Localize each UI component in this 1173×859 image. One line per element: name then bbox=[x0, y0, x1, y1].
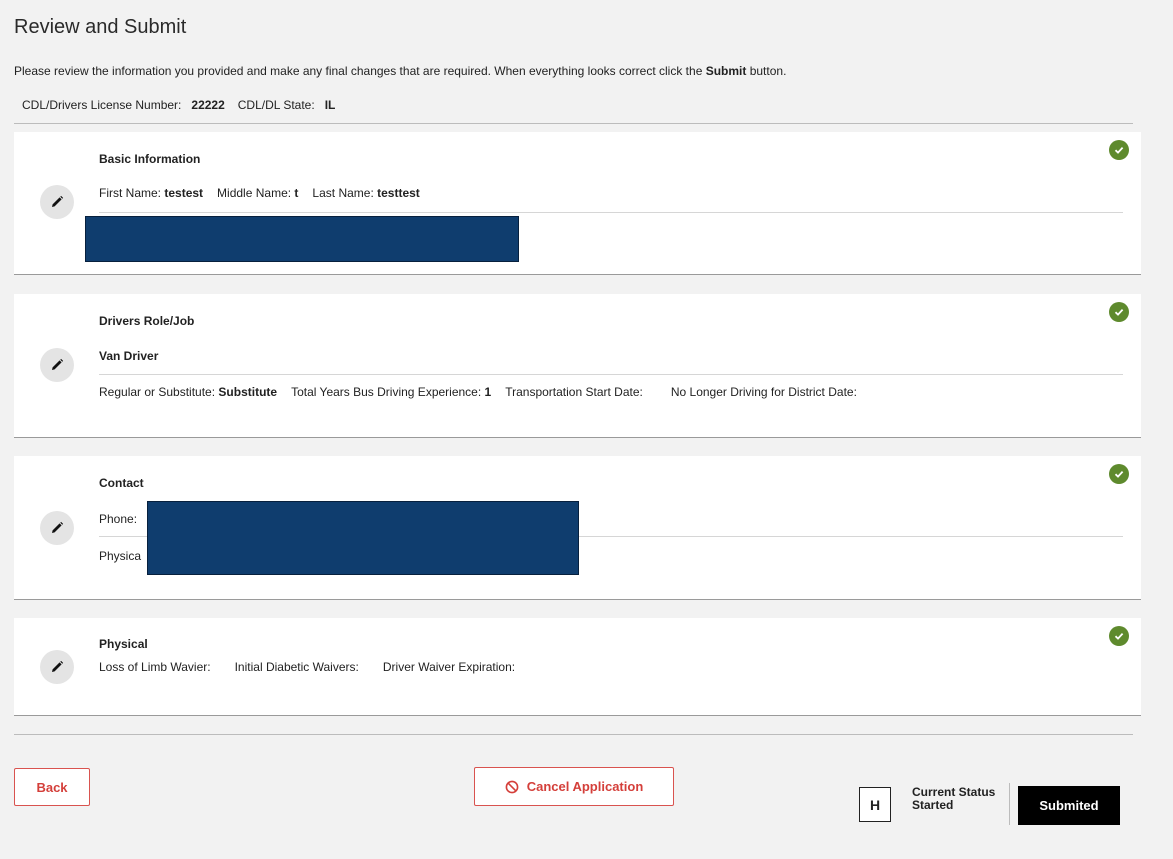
last-name-value: testtest bbox=[377, 186, 420, 200]
license-state-value: IL bbox=[324, 98, 336, 112]
page-title: Review and Submit bbox=[14, 16, 187, 38]
middle-name-value: t bbox=[294, 186, 299, 200]
regular-substitute-value: Substitute bbox=[218, 385, 278, 399]
middle-name-label: Middle Name: bbox=[217, 186, 292, 200]
physical-details: Loss of Limb Wavier: Initial Diabetic Wai… bbox=[99, 660, 515, 674]
intro-text-end: button. bbox=[746, 64, 787, 78]
check-circle-icon bbox=[1109, 302, 1129, 322]
status-separator bbox=[1009, 783, 1010, 825]
redaction-block bbox=[85, 216, 519, 262]
status-letter-badge: H bbox=[859, 787, 891, 822]
years-experience-label: Total Years Bus Driving Experience: bbox=[291, 385, 482, 399]
end-date-label: No Longer Driving for District Date: bbox=[670, 385, 857, 399]
last-name-label: Last Name: bbox=[312, 186, 374, 200]
pencil-icon bbox=[52, 358, 64, 370]
edit-drivers-role-button[interactable] bbox=[40, 348, 74, 382]
loss-of-limb-label: Loss of Limb Wavier: bbox=[99, 660, 211, 674]
check-circle-icon bbox=[1109, 464, 1129, 484]
waiver-expiration-label: Driver Waiver Expiration: bbox=[382, 660, 516, 674]
card-drivers-role: Drivers Role/Job Van Driver Regular or S… bbox=[14, 294, 1141, 438]
card-contact: Contact Phone: Physica bbox=[14, 456, 1141, 600]
current-status-value: Started bbox=[912, 798, 954, 812]
pencil-icon bbox=[52, 521, 64, 533]
basic-information-title: Basic Information bbox=[99, 152, 201, 166]
current-status: Current Status Started bbox=[912, 786, 995, 812]
edit-contact-button[interactable] bbox=[40, 511, 74, 545]
start-date-label: Transportation Start Date: bbox=[505, 385, 643, 399]
license-state-label: CDL/DL State: bbox=[237, 98, 315, 112]
drivers-role-divider bbox=[99, 374, 1123, 375]
edit-physical-button[interactable] bbox=[40, 650, 74, 684]
regular-substitute-label: Regular or Substitute: bbox=[99, 385, 216, 399]
license-number-value: 22222 bbox=[191, 98, 225, 112]
intro-text-start: Please review the information you provid… bbox=[14, 64, 706, 78]
first-name-label: First Name: bbox=[99, 186, 162, 200]
check-circle-icon bbox=[1109, 140, 1129, 160]
back-button[interactable]: Back bbox=[14, 768, 90, 806]
cancel-application-label: Cancel Application bbox=[526, 779, 644, 794]
license-number-label: CDL/Drivers License Number: bbox=[22, 98, 182, 112]
card-physical: Physical Loss of Limb Wavier: Initial Dia… bbox=[14, 618, 1141, 716]
physical-title: Physical bbox=[99, 637, 148, 651]
top-divider bbox=[14, 123, 1133, 124]
drivers-role-details: Regular or Substitute: Substitute Total Y… bbox=[99, 385, 857, 399]
drivers-role-title: Drivers Role/Job bbox=[99, 314, 195, 328]
check-circle-icon bbox=[1109, 626, 1129, 646]
card-basic-information: Basic Information First Name: testest Mid… bbox=[14, 132, 1141, 275]
cancel-application-button[interactable]: Cancel Application bbox=[474, 767, 674, 806]
pencil-icon bbox=[52, 660, 64, 672]
redaction-block bbox=[147, 501, 579, 575]
bottom-divider bbox=[14, 734, 1133, 735]
diabetic-waivers-label: Initial Diabetic Waivers: bbox=[234, 660, 359, 674]
contact-phone-label: Phone: bbox=[99, 512, 138, 526]
years-experience-value: 1 bbox=[484, 385, 492, 399]
basic-information-divider bbox=[99, 212, 1123, 213]
pencil-icon bbox=[52, 195, 64, 207]
edit-basic-information-button[interactable] bbox=[40, 185, 74, 219]
intro-submit-word: Submit bbox=[705, 64, 747, 78]
intro-text: Please review the information you provid… bbox=[14, 64, 786, 78]
basic-information-names: First Name: testest Middle Name: t Last Na… bbox=[99, 186, 420, 200]
license-summary: CDL/Drivers License Number: 22222 CDL/DL S… bbox=[22, 98, 348, 112]
ban-icon bbox=[505, 780, 519, 793]
contact-title: Contact bbox=[99, 476, 144, 490]
drivers-role-job: Van Driver bbox=[99, 349, 159, 363]
first-name-value: testest bbox=[164, 186, 204, 200]
contact-physical-label: Physica bbox=[99, 549, 142, 563]
submitted-status-button[interactable]: Submited bbox=[1018, 786, 1120, 825]
